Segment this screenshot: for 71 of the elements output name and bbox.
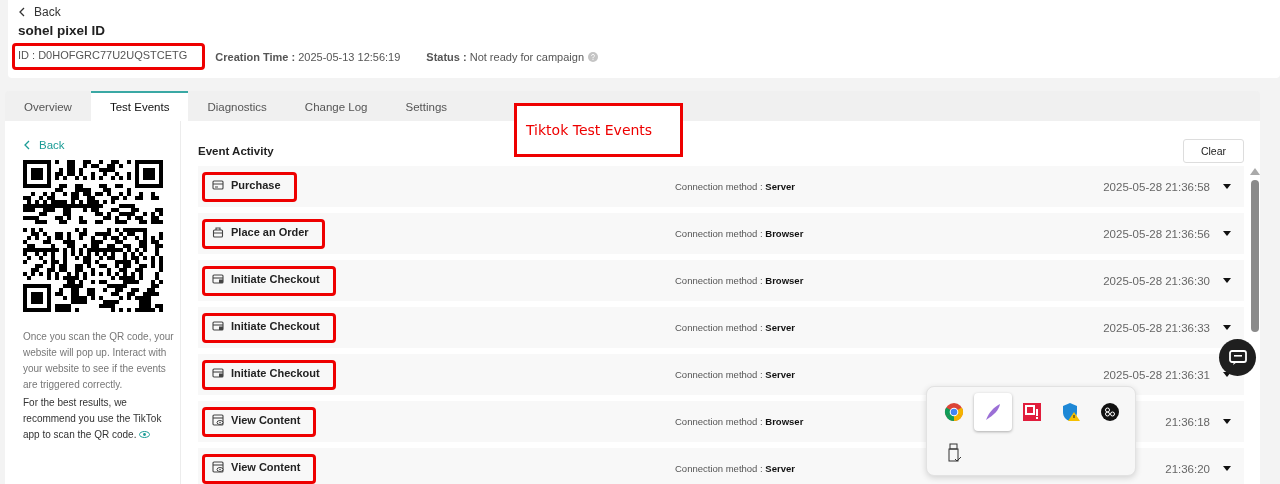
connection-method: Browser <box>765 416 804 427</box>
eye-icon[interactable] <box>139 431 151 438</box>
event-time: 2025-05-28 21:36:56 <box>1103 227 1210 240</box>
event-row[interactable]: Initiate Checkout Connection method : Server 2025-05-28 21:36:33 <box>198 307 1244 348</box>
event-name: Initiate Checkout <box>231 319 320 332</box>
event-time: 2025-05-28 21:36:58 <box>1103 180 1210 193</box>
connection-label: Connection method : <box>675 228 763 239</box>
event-row[interactable]: Initiate Checkout Connection method : Browser 2025-05-28 21:36:30 <box>198 260 1244 301</box>
section-title: Event Activity <box>198 145 274 157</box>
clear-button[interactable]: Clear <box>1183 139 1244 163</box>
feather-icon <box>983 402 1003 422</box>
alert-app-icon <box>1022 402 1042 422</box>
event-row[interactable]: Initiate Checkout Connection method : Server 2025-05-28 21:36:31 <box>198 354 1244 395</box>
event-row[interactable]: Purchase Connection method : Server 2025-05-28 21:36:58 <box>198 166 1244 207</box>
connection-method: Browser <box>765 228 804 239</box>
caret-icon[interactable] <box>1223 231 1231 236</box>
creation-time-value: 2025-05-13 12:56:19 <box>298 50 401 63</box>
caret-icon[interactable] <box>1223 466 1231 471</box>
event-name: Initiate Checkout <box>231 366 320 379</box>
connection-method: Server <box>765 369 795 380</box>
event-name: Purchase <box>231 178 281 191</box>
caret-icon[interactable] <box>1223 278 1231 283</box>
creation-time-label: Creation Time : <box>215 50 296 63</box>
connection-method: Server <box>765 181 795 192</box>
connection-label: Connection method : <box>675 181 763 192</box>
tab[interactable]: Settings <box>386 91 467 121</box>
event-time: 21:36:18 <box>1165 415 1210 428</box>
card-icon <box>212 272 224 285</box>
event-name: View Content <box>231 460 301 473</box>
help-icon <box>588 51 599 62</box>
tab[interactable]: Diagnostics <box>188 91 286 121</box>
connection-label: Connection method : <box>675 322 763 333</box>
window-eye-icon <box>212 460 224 473</box>
bag-icon <box>212 225 224 238</box>
event-name: Place an Order <box>231 225 309 238</box>
chrome-icon <box>944 402 964 422</box>
event-name: View Content <box>231 413 301 426</box>
tab[interactable]: Overview <box>5 91 91 121</box>
card-icon <box>212 178 224 191</box>
event-row[interactable]: Place an Order Connection method : Browser 2025-05-28 21:36:56 <box>198 213 1244 254</box>
event-time: 21:36:20 <box>1165 462 1210 475</box>
annotation-text: Tiktok Test Events <box>525 121 654 138</box>
pixel-title: sohel pixel ID <box>18 23 107 38</box>
connection-label: Connection method : <box>675 416 763 427</box>
connection-method: Browser <box>765 275 804 286</box>
status-label: Status : <box>426 50 467 63</box>
connection-method: Server <box>765 322 795 333</box>
tab[interactable]: Test Events <box>90 91 189 121</box>
connection-label: Connection method : <box>675 369 763 380</box>
card-icon <box>212 319 224 332</box>
card-icon <box>212 366 224 379</box>
connection-method: Server <box>765 463 795 474</box>
qr-recommendation: For the best results, we recommend you use the TikTok app to scan the QR code. <box>23 396 163 442</box>
event-time: 2025-05-28 21:36:31 <box>1103 368 1210 381</box>
back-link[interactable]: Back <box>18 5 61 19</box>
status-value: Not ready for campaign <box>469 50 585 63</box>
round-app-icon <box>1100 402 1120 422</box>
window-eye-icon <box>212 413 224 426</box>
qr-instructions: Once you scan the QR code, your website will pop up. Interact with your website to see if the events are triggered correctly. <box>23 330 175 392</box>
shield-warning-icon <box>1061 402 1081 422</box>
tab[interactable]: Change Log <box>285 91 387 121</box>
event-time: 2025-05-28 21:36:30 <box>1103 274 1210 287</box>
caret-icon[interactable] <box>1223 419 1231 424</box>
connection-label: Connection method : <box>675 463 763 474</box>
pixel-id: ID : D0HOFGRC77U2UQSTCETG <box>14 45 204 68</box>
event-time: 2025-05-28 21:36:33 <box>1103 321 1210 334</box>
chat-icon <box>1228 349 1247 366</box>
event-name: Initiate Checkout <box>231 272 320 285</box>
caret-icon[interactable] <box>1223 184 1231 189</box>
caret-icon[interactable] <box>1223 325 1231 330</box>
connection-label: Connection method : <box>675 275 763 286</box>
